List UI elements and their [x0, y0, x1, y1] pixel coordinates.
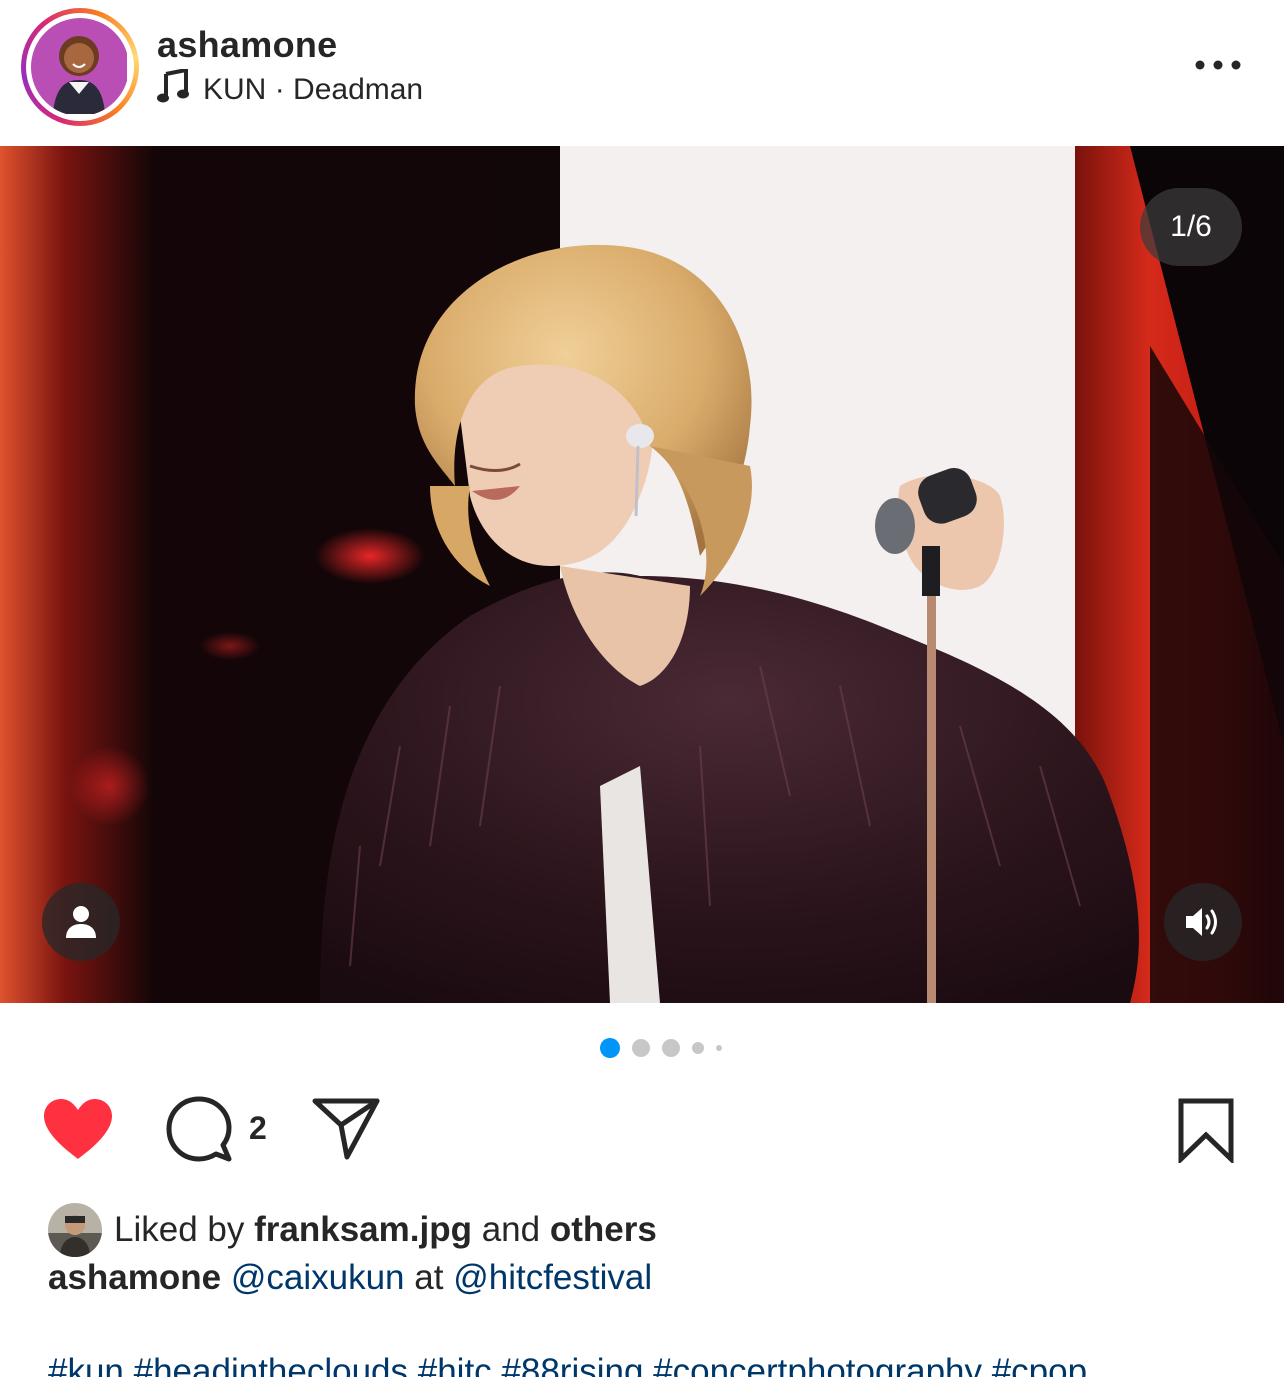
- post-image[interactable]: 1/6: [0, 146, 1284, 1003]
- comment-count: 2: [249, 1110, 267, 1146]
- paper-plane-icon: [312, 1098, 380, 1160]
- heart-filled-icon: [44, 1099, 112, 1159]
- music-track: Deadman: [293, 73, 424, 106]
- likes-others-link[interactable]: others: [550, 1210, 657, 1249]
- likes-connector: and: [481, 1210, 541, 1249]
- sound-toggle-button[interactable]: [1164, 883, 1242, 961]
- comment-button[interactable]: [164, 1094, 234, 1164]
- music-separator: ·: [274, 73, 285, 106]
- tagged-people-button[interactable]: [42, 883, 120, 961]
- carousel-dot: [692, 1042, 704, 1054]
- likes-prefix: Liked by: [114, 1210, 245, 1249]
- slide-counter: 1/6: [1140, 188, 1242, 266]
- story-ring[interactable]: [21, 8, 139, 126]
- caption-author[interactable]: ashamone: [48, 1258, 221, 1297]
- more-options-button[interactable]: [1188, 42, 1248, 88]
- carousel-dot: [662, 1039, 680, 1057]
- music-attribution[interactable]: KUN · Deadman: [157, 67, 424, 111]
- carousel-dot: [716, 1045, 722, 1051]
- comment-icon: [166, 1096, 232, 1162]
- share-button[interactable]: [308, 1094, 384, 1162]
- carousel-pagination: [600, 1037, 722, 1059]
- music-note-icon: [157, 67, 189, 111]
- post-username[interactable]: ashamone: [157, 24, 337, 66]
- concert-photo: [0, 146, 1284, 1003]
- post-header: ashamone KUN · Deadman: [0, 0, 1284, 146]
- likes-summary[interactable]: Liked by franksam.jpg and others: [48, 1203, 657, 1257]
- carousel-dot-active: [600, 1038, 620, 1058]
- avatar[interactable]: [31, 18, 129, 116]
- caption-hashtags[interactable]: #kun #headintheclouds #hitc #88rising #c…: [48, 1352, 1087, 1377]
- caption-text: at: [414, 1258, 444, 1297]
- save-button[interactable]: [1174, 1094, 1238, 1166]
- speaker-icon: [1186, 908, 1217, 936]
- mention-link[interactable]: @caixukun: [231, 1258, 405, 1297]
- music-artist: KUN: [203, 73, 267, 106]
- liker-username[interactable]: franksam.jpg: [254, 1210, 472, 1249]
- carousel-dot: [632, 1039, 650, 1057]
- post-caption: ashamone @caixukun at @hitcfestival: [48, 1258, 652, 1298]
- liker-avatar[interactable]: [48, 1203, 102, 1257]
- bookmark-icon: [1178, 1098, 1234, 1163]
- more-icon: [1195, 60, 1241, 70]
- like-button[interactable]: [40, 1094, 116, 1164]
- person-icon: [66, 906, 96, 938]
- mention-link[interactable]: @hitcfestival: [453, 1258, 652, 1297]
